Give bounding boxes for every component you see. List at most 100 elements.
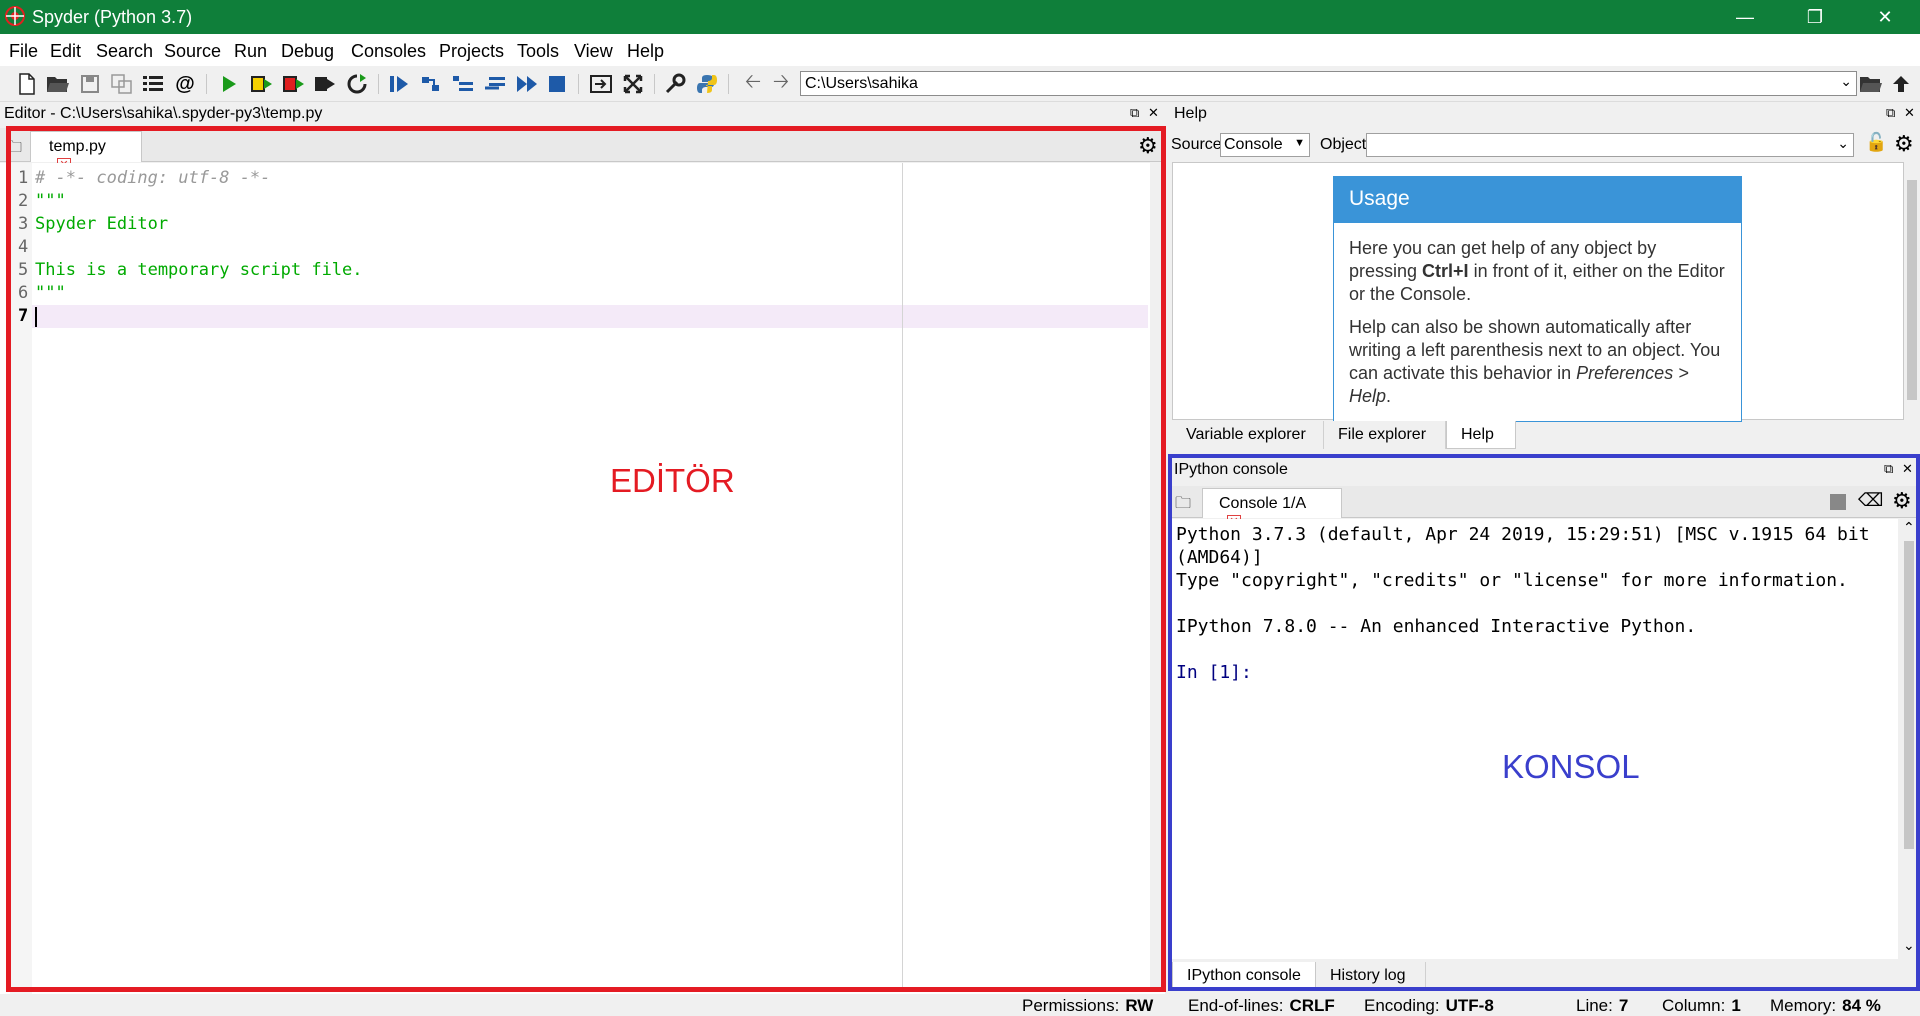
maximize-pane-icon[interactable] xyxy=(588,71,614,97)
close-pane-icon[interactable]: ✕ xyxy=(1148,105,1159,121)
rerun-icon[interactable] xyxy=(344,71,370,97)
console-annotation-box xyxy=(1168,454,1920,991)
toolbar-separator xyxy=(578,74,579,94)
status-value: UTF-8 xyxy=(1445,996,1494,1015)
spyder-logo-icon xyxy=(5,6,25,26)
status-bar: Permissions: RW End-of-lines: CRLF Encodin… xyxy=(0,994,1920,1016)
working-directory-combo[interactable]: C:\Users\sahika ⌄ xyxy=(800,71,1857,96)
menu-tools[interactable]: Tools xyxy=(517,41,559,62)
menu-bar: File Edit Search Source Run Debug Consol… xyxy=(0,34,1920,66)
menu-view[interactable]: View xyxy=(574,41,613,62)
object-combo[interactable]: ⌄ xyxy=(1366,133,1854,157)
status-value: RW xyxy=(1125,996,1154,1015)
run-selection-icon[interactable] xyxy=(312,71,338,97)
status-label: Encoding: xyxy=(1364,996,1440,1015)
run-cell-icon[interactable] xyxy=(248,71,274,97)
help-scrollbar[interactable] xyxy=(1904,162,1920,420)
menu-consoles[interactable]: Consoles xyxy=(351,41,426,62)
status-label: Line: xyxy=(1576,996,1613,1015)
toolbar-separator xyxy=(378,74,379,94)
tab-variable-explorer[interactable]: Variable explorer xyxy=(1172,421,1324,449)
menu-debug[interactable]: Debug xyxy=(281,41,334,62)
tab-file-explorer[interactable]: File explorer xyxy=(1324,421,1446,449)
step-icon[interactable] xyxy=(418,71,444,97)
undock-icon[interactable]: ⧉ xyxy=(1886,105,1895,121)
usage-card: Usage Here you can get help of any objec… xyxy=(1333,176,1742,422)
gear-icon[interactable]: ⚙ xyxy=(1894,131,1914,157)
menu-projects[interactable]: Projects xyxy=(439,41,504,62)
menu-run[interactable]: Run xyxy=(234,41,267,62)
fullscreen-icon[interactable] xyxy=(620,71,646,97)
toolbar-separator xyxy=(728,74,729,94)
menu-edit[interactable]: Edit xyxy=(50,41,81,62)
status-value: 1 xyxy=(1731,996,1741,1015)
debug-icon[interactable] xyxy=(386,71,412,97)
browse-folder-icon[interactable] xyxy=(1858,71,1884,97)
open-folder-icon[interactable] xyxy=(45,71,71,97)
restore-button[interactable]: ❐ xyxy=(1780,0,1850,34)
chevron-down-icon: ▼ xyxy=(1294,137,1305,149)
minimize-button[interactable]: — xyxy=(1710,0,1780,34)
usage-paragraph-2: Help can also be shown automatically aft… xyxy=(1334,306,1741,408)
status-encoding: Encoding: UTF-8 xyxy=(1364,996,1494,1016)
run-cell-advance-icon[interactable] xyxy=(280,71,306,97)
parent-dir-icon[interactable] xyxy=(1888,71,1914,97)
menu-help[interactable]: Help xyxy=(627,41,664,62)
title-bar: Spyder (Python 3.7) — ❐ ✕ xyxy=(0,0,1920,34)
save-all-icon[interactable] xyxy=(109,71,135,97)
editor-pane-title: Editor - C:\Users\sahika\.spyder-py3\tem… xyxy=(0,102,1165,126)
close-pane-icon[interactable]: ✕ xyxy=(1904,105,1915,121)
status-eol: End-of-lines: CRLF xyxy=(1188,996,1335,1016)
close-window-button[interactable]: ✕ xyxy=(1850,0,1920,34)
status-column: Column: 1 xyxy=(1662,996,1741,1016)
toolbar-separator xyxy=(206,74,207,94)
working-directory-value: C:\Users\sahika xyxy=(805,75,918,92)
status-permissions: Permissions: RW xyxy=(1022,996,1153,1016)
stop-icon[interactable] xyxy=(544,71,570,97)
help-pane-title-text: Help xyxy=(1174,105,1207,122)
menu-source[interactable]: Source xyxy=(164,41,221,62)
source-select-value: Console xyxy=(1224,136,1283,153)
new-file-icon[interactable] xyxy=(14,71,40,97)
usage-title: Usage xyxy=(1334,177,1741,223)
spyder-window: Spyder (Python 3.7) — ❐ ✕ File Edit Sear… xyxy=(0,0,1920,1016)
lock-icon[interactable]: 🔓 xyxy=(1865,132,1887,153)
main-toolbar: @ 🡠 🡢 C:\Users\sahika ⌄ xyxy=(0,66,1920,102)
at-icon[interactable]: @ xyxy=(172,71,198,97)
status-value: CRLF xyxy=(1289,996,1335,1015)
chevron-down-icon: ⌄ xyxy=(1837,135,1849,151)
undock-icon[interactable]: ⧉ xyxy=(1130,105,1139,121)
usage-paragraph-1: Here you can get help of any object by p… xyxy=(1334,223,1741,306)
step-into-icon[interactable] xyxy=(450,71,476,97)
step-return-icon[interactable] xyxy=(482,71,508,97)
chevron-down-icon[interactable]: ⌄ xyxy=(1840,73,1852,90)
tab-help[interactable]: Help xyxy=(1446,421,1516,449)
run-icon[interactable] xyxy=(216,71,242,97)
list-icon[interactable] xyxy=(140,71,166,97)
save-icon[interactable] xyxy=(77,71,103,97)
status-label: End-of-lines: xyxy=(1188,996,1284,1015)
menu-file[interactable]: File xyxy=(9,41,38,62)
forward-arrow-icon[interactable]: 🡢 xyxy=(768,71,794,97)
help-pane-title: Help ⧉ ✕ xyxy=(1170,102,1920,126)
back-arrow-icon[interactable]: 🡠 xyxy=(740,71,766,97)
toolbar-separator xyxy=(654,74,655,94)
window-title: Spyder (Python 3.7) xyxy=(32,7,193,27)
continue-icon[interactable] xyxy=(514,71,540,97)
preferences-icon[interactable] xyxy=(662,71,688,97)
editor-annotation-label: EDİTÖR xyxy=(610,462,735,499)
scrollbar-thumb[interactable] xyxy=(1907,180,1917,400)
status-value: 7 xyxy=(1618,996,1629,1015)
help-toolbar: Source Console ▼ Object ⌄ 🔓 ⚙ xyxy=(1170,130,1920,160)
source-select[interactable]: Console ▼ xyxy=(1220,133,1310,157)
status-label: Column: xyxy=(1662,996,1726,1015)
status-line: Line: 7 xyxy=(1576,996,1628,1016)
python-path-icon[interactable] xyxy=(694,71,720,97)
status-label: Memory: xyxy=(1770,996,1837,1015)
object-label: Object xyxy=(1320,136,1367,153)
usage-text: . xyxy=(1386,386,1392,406)
usage-shortcut: Ctrl+I xyxy=(1422,261,1469,281)
status-label: Permissions: xyxy=(1022,996,1120,1015)
help-bottom-tabs: Variable explorer File explorer Help xyxy=(1172,421,1920,449)
menu-search[interactable]: Search xyxy=(96,41,153,62)
